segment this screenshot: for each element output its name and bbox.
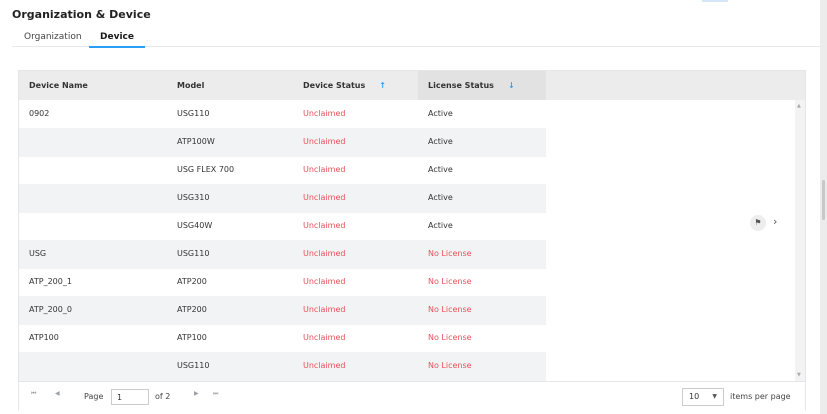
- cell-device-status: Unclaimed: [303, 221, 346, 230]
- prev-page-icon[interactable]: ◀: [55, 390, 60, 397]
- page: Organization & Device Organization Devic…: [0, 0, 820, 414]
- cell-device-name: ATP100: [29, 333, 59, 342]
- caret-down-icon: ▼: [712, 393, 717, 400]
- cell-device-status: Unclaimed: [303, 193, 346, 202]
- cell-device-status: Unclaimed: [303, 165, 346, 174]
- cell-model: ATP200: [177, 305, 207, 314]
- cell-device-status: Unclaimed: [303, 109, 346, 118]
- header-model[interactable]: Model: [177, 71, 204, 100]
- cell-model: USG110: [177, 109, 210, 118]
- table-row[interactable]: ATP_200_1 ATP200 Unclaimed No License: [19, 268, 795, 297]
- page-scrollbar-thumb[interactable]: [822, 180, 825, 220]
- cell-model: ATP200: [177, 277, 207, 286]
- cell-device-status: Unclaimed: [303, 361, 346, 370]
- cell-model: USG310: [177, 193, 210, 202]
- table-row[interactable]: ATP100W Unclaimed Active: [19, 128, 795, 157]
- page-label: Page: [84, 392, 104, 401]
- cell-device-status: Unclaimed: [303, 137, 346, 146]
- header-license-status[interactable]: License Status ↓: [428, 71, 515, 100]
- table-row[interactable]: USG USG110 Unclaimed No License: [19, 240, 795, 269]
- scroll-down-icon[interactable]: ▼: [797, 372, 801, 378]
- items-per-page-label: items per page: [730, 392, 791, 401]
- cell-license-status: No License: [428, 277, 472, 286]
- chevron-right-icon[interactable]: ›: [773, 214, 783, 230]
- top-accent-bar: [702, 0, 728, 2]
- cell-license-status: Active: [428, 137, 453, 146]
- last-page-icon[interactable]: ⏭: [213, 390, 218, 398]
- cell-license-status: Active: [428, 221, 453, 230]
- table-row[interactable]: ATP_200_0 ATP200 Unclaimed No License: [19, 296, 795, 325]
- table-row[interactable]: USG310 Unclaimed Active: [19, 184, 795, 213]
- table-row[interactable]: USG110 Unclaimed No License: [19, 352, 795, 381]
- flag-icon[interactable]: ⚑: [750, 215, 766, 231]
- header-device-status[interactable]: Device Status ↑: [303, 71, 386, 100]
- pagination-bar: ⏮ ◀ Page of 2 ▶ ⏭ 10 ▼ items per page: [19, 381, 805, 410]
- tab-organization[interactable]: Organization: [24, 32, 82, 47]
- page-title: Organization & Device: [12, 8, 151, 21]
- cell-license-status: Active: [428, 165, 453, 174]
- table-body: 0902 USG110 Unclaimed Active ATP100W Unc…: [19, 100, 795, 381]
- device-table-card: Device Name Model Device Status ↑ License…: [18, 70, 806, 410]
- table-row[interactable]: USG FLEX 700 Unclaimed Active: [19, 156, 795, 185]
- cell-device-status: Unclaimed: [303, 305, 346, 314]
- scroll-up-icon[interactable]: ▲: [797, 103, 801, 109]
- sort-ascending-icon[interactable]: ↑: [379, 81, 386, 90]
- first-page-icon[interactable]: ⏮: [31, 390, 36, 398]
- table-row[interactable]: 0902 USG110 Unclaimed Active: [19, 100, 795, 129]
- table-row[interactable]: USG40W Unclaimed Active: [19, 212, 795, 241]
- page-scrollbar[interactable]: [820, 0, 827, 414]
- cell-model: USG40W: [177, 221, 213, 230]
- tab-device[interactable]: Device: [89, 32, 145, 48]
- cell-model: USG110: [177, 361, 210, 370]
- sort-descending-icon[interactable]: ↓: [508, 81, 515, 90]
- page-count: of 2: [155, 392, 171, 401]
- cell-license-status: No License: [428, 361, 472, 370]
- next-page-icon[interactable]: ▶: [194, 390, 199, 397]
- cell-model: ATP100: [177, 333, 207, 342]
- table-row[interactable]: ATP100 ATP100 Unclaimed No License: [19, 324, 795, 353]
- cell-device-status: Unclaimed: [303, 249, 346, 258]
- cell-license-status: No License: [428, 305, 472, 314]
- page-number-input[interactable]: [111, 389, 149, 405]
- cell-model: ATP100W: [177, 137, 215, 146]
- items-per-page-select[interactable]: 10 ▼: [682, 388, 724, 406]
- cell-device-name: ATP_200_0: [29, 305, 72, 314]
- cell-license-status: No License: [428, 333, 472, 342]
- table-header: Device Name Model Device Status ↑ License…: [19, 71, 805, 100]
- cell-device-status: Unclaimed: [303, 277, 346, 286]
- header-device-name[interactable]: Device Name: [29, 71, 88, 100]
- cell-device-name: ATP_200_1: [29, 277, 72, 286]
- cell-device-name: USG: [29, 249, 47, 258]
- cell-device-status: Unclaimed: [303, 333, 346, 342]
- cell-model: USG FLEX 700: [177, 165, 235, 174]
- table-scrollbar[interactable]: ▲ ▼: [795, 100, 805, 381]
- cell-license-status: Active: [428, 109, 453, 118]
- cell-device-name: 0902: [29, 109, 50, 118]
- cell-license-status: No License: [428, 249, 472, 258]
- tab-bar: Organization Device: [12, 32, 820, 48]
- cell-model: USG110: [177, 249, 210, 258]
- cell-license-status: Active: [428, 193, 453, 202]
